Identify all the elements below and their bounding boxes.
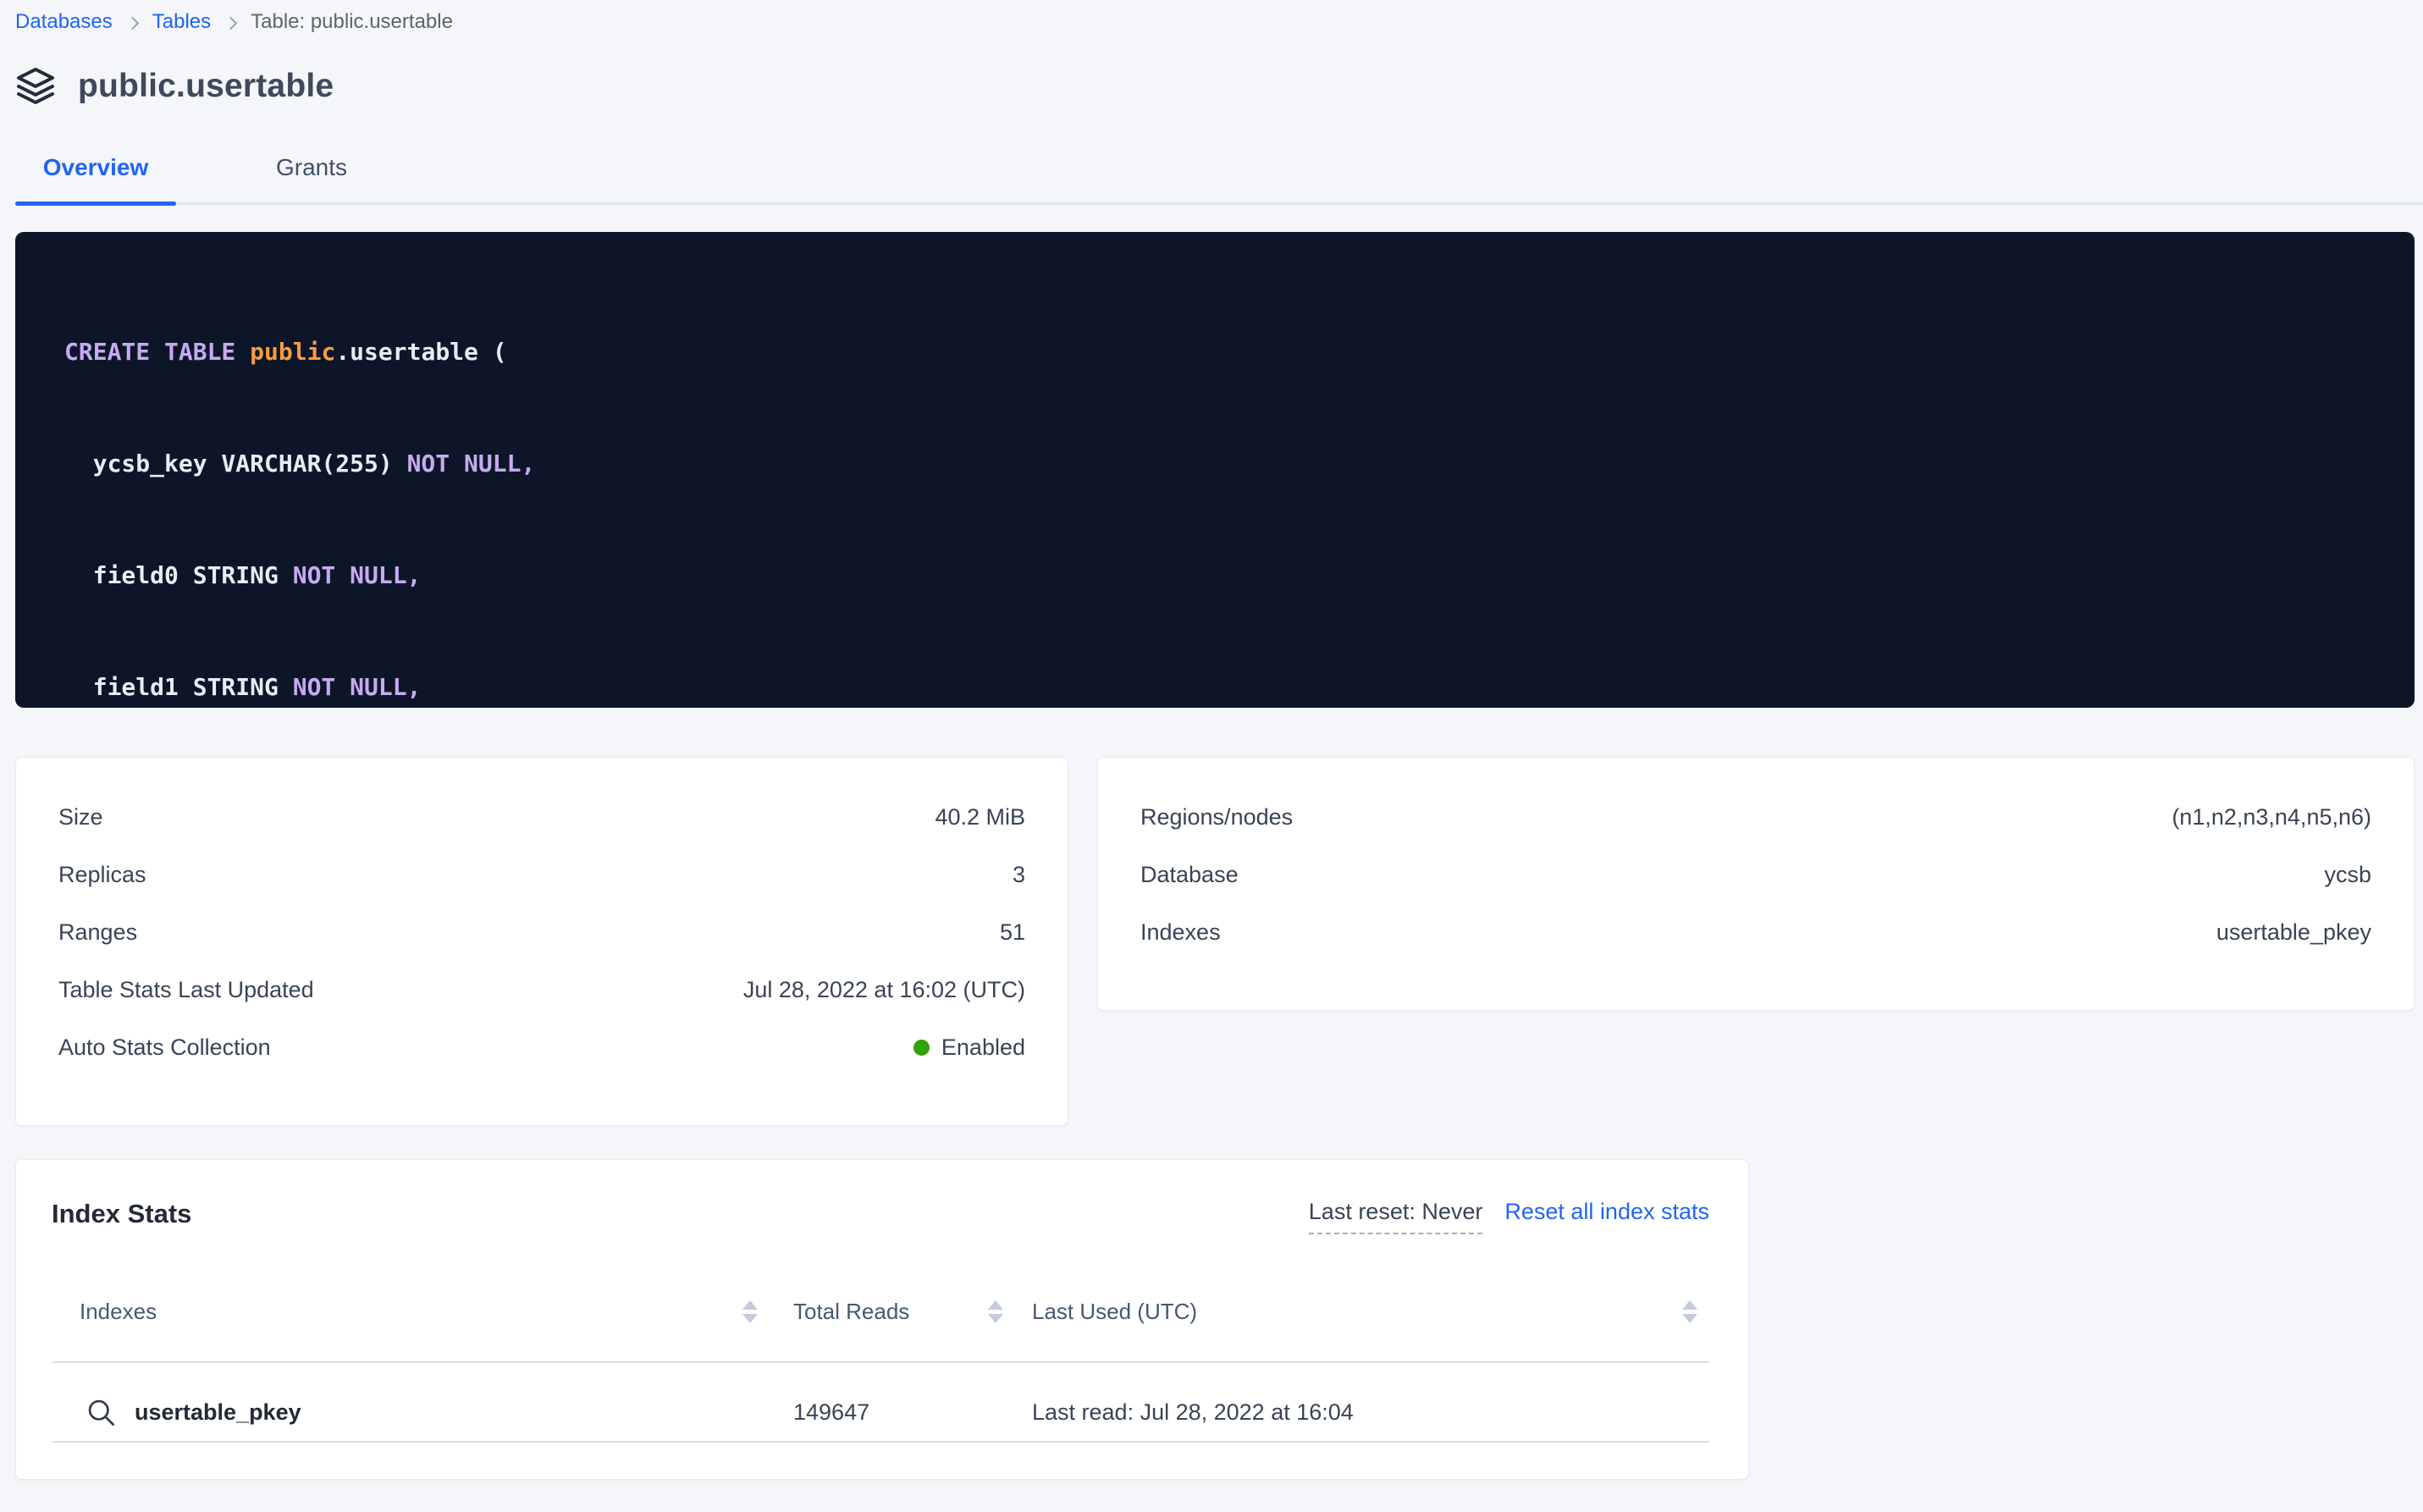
last-used-cell: Last read: Jul 28, 2022 at 16:04 (1008, 1399, 1709, 1426)
reset-all-index-stats-link[interactable]: Reset all index stats (1504, 1199, 1709, 1225)
detail-row-regions: Regions/nodes (n1,n2,n3,n4,n5,n6) (1140, 805, 2371, 829)
table-details-card: Size 40.2 MiB Replicas 3 Ranges 51 Table… (15, 757, 1068, 1126)
table-row-divider (52, 1441, 1709, 1443)
detail-row-size: Size 40.2 MiB (58, 805, 1025, 829)
index-stats-title: Index Stats (52, 1199, 191, 1229)
detail-row-auto-stats: Auto Stats Collection Enabled (58, 1035, 1025, 1059)
sort-icon[interactable] (1682, 1300, 1697, 1323)
active-tab-indicator (15, 201, 176, 206)
column-header-last-used[interactable]: Last Used (UTC) (1008, 1299, 1709, 1325)
chevron-right-icon (125, 16, 139, 30)
detail-value: ycsb (2324, 862, 2371, 888)
detail-label: Database (1140, 862, 1239, 888)
sql-line: field1 STRING NOT NULL, (64, 669, 2398, 706)
detail-label: Auto Stats Collection (58, 1035, 271, 1061)
column-header-total-reads[interactable]: Total Reads (763, 1299, 1008, 1325)
tab-overview[interactable]: Overview (15, 154, 176, 181)
detail-value: usertable_pkey (2216, 919, 2371, 946)
column-header-indexes[interactable]: Indexes (52, 1299, 763, 1325)
sql-line: field0 STRING NOT NULL, (64, 557, 2398, 594)
db-console-table-page: Databases Tables Table: public.usertable… (0, 0, 2423, 1512)
total-reads-cell: 149647 (763, 1399, 1008, 1426)
breadcrumb: Databases Tables Table: public.usertable (15, 7, 2415, 34)
index-table-row: usertable_pkey 149647 Last read: Jul 28,… (52, 1363, 1709, 1397)
sort-icon[interactable] (742, 1300, 758, 1323)
page-title: public.usertable (78, 68, 334, 105)
page-header: public.usertable (15, 66, 2415, 107)
tab-bar: Overview Grants (15, 154, 2415, 206)
detail-value: 51 (1000, 919, 1025, 946)
create-table-statement: CREATE TABLE public.usertable ( ycsb_key… (15, 232, 2415, 708)
detail-label: Table Stats Last Updated (58, 977, 314, 1003)
sql-line: ycsb_key VARCHAR(255) NOT NULL, (64, 445, 2398, 483)
detail-value: Enabled (913, 1035, 1025, 1061)
detail-label: Regions/nodes (1140, 804, 1293, 830)
detail-value: Jul 28, 2022 at 16:02 (UTC) (743, 977, 1025, 1003)
detail-value: 3 (1013, 862, 1025, 888)
breadcrumb-databases[interactable]: Databases (15, 10, 113, 34)
search-icon (86, 1397, 116, 1427)
sql-line: CREATE TABLE public.usertable ( (64, 334, 2398, 371)
layers-icon (15, 66, 56, 107)
detail-row-database: Database ycsb (1140, 863, 2371, 886)
last-reset-label: Last reset: Never (1309, 1199, 1483, 1234)
tab-divider (15, 202, 2423, 205)
detail-label: Indexes (1140, 919, 1221, 946)
detail-row-indexes: Indexes usertable_pkey (1140, 920, 2371, 944)
status-dot-enabled (913, 1040, 930, 1056)
table-location-card: Regions/nodes (n1,n2,n3,n4,n5,n6) Databa… (1097, 757, 2415, 1011)
detail-label: Size (58, 804, 103, 830)
detail-row-stats-updated: Table Stats Last Updated Jul 28, 2022 at… (58, 978, 1025, 1002)
index-name-cell[interactable]: usertable_pkey (52, 1397, 763, 1427)
breadcrumb-tables[interactable]: Tables (152, 10, 211, 34)
detail-row-ranges: Ranges 51 (58, 920, 1025, 944)
breadcrumb-current: Table: public.usertable (251, 10, 453, 34)
tab-grants[interactable]: Grants (276, 154, 347, 181)
detail-value: 40.2 MiB (935, 804, 1025, 830)
index-table-header: Indexes Total Reads Last Used (UTC) (52, 1299, 1709, 1324)
detail-value: (n1,n2,n3,n4,n5,n6) (2172, 804, 2371, 830)
chevron-right-icon (224, 16, 238, 30)
detail-label: Ranges (58, 919, 137, 946)
detail-label: Replicas (58, 862, 146, 888)
index-stats-card: Index Stats Last reset: Never Reset all … (15, 1159, 1749, 1480)
detail-row-replicas: Replicas 3 (58, 863, 1025, 886)
sort-icon[interactable] (988, 1300, 1003, 1323)
